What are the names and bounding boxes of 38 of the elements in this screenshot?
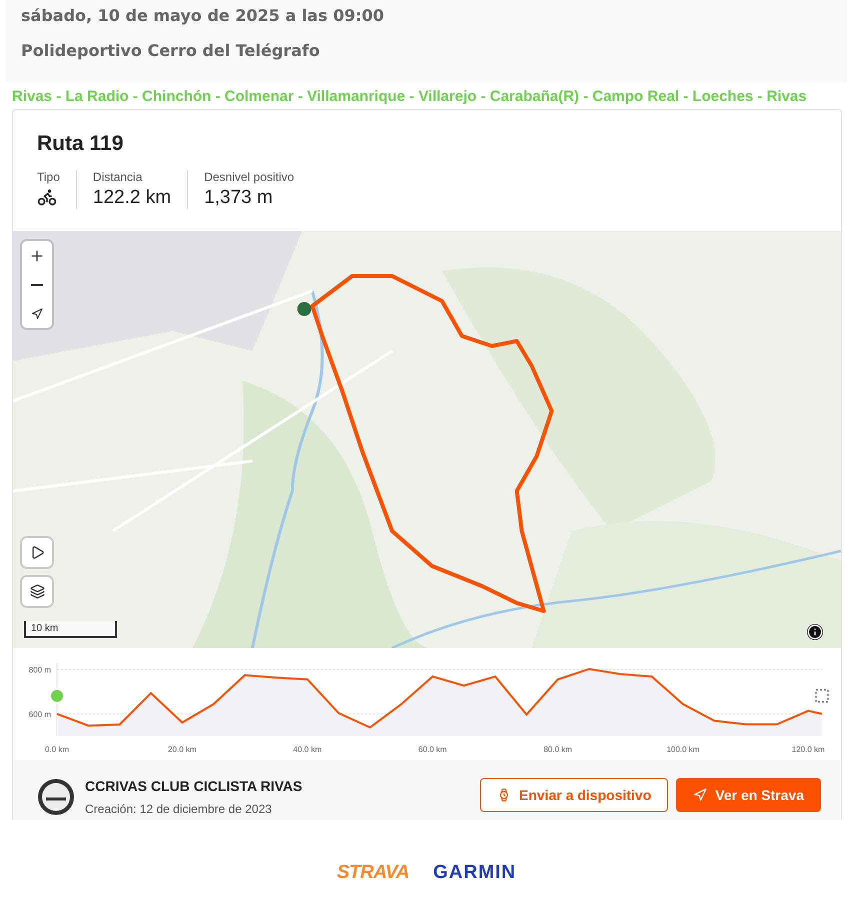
stat-label: Tipo [37,170,60,184]
x-tick-label: 100.0 km [666,745,700,754]
layers-button[interactable] [22,577,52,606]
event-date: sábado, 10 de mayo de 2025 a las 09:00 [21,6,385,25]
send-button[interactable]: Enviar a dispositivo [480,778,668,812]
minus-icon [31,284,43,286]
layers-icon [30,584,44,599]
route-title: Ruta 119 [37,132,124,156]
stat-label: Distancia [92,170,144,184]
plus-icon [29,248,45,264]
route-towns: Rivas - La Radio - Chinchón - Colmenar - Villamanrique - Villarejo - Carabaña(R) - Campo Real - Loeches - Rivas [12,88,808,105]
start-marker-icon [49,688,65,704]
map-scale: 10 km [24,621,117,638]
view-button[interactable]: Ver en Strava [676,778,821,812]
x-tick-label: 0.0 km [45,745,69,754]
stat-label: Desnivel positivo [204,170,294,184]
bike-icon [37,187,57,207]
compass-icon [31,308,43,320]
y-tick-label: 800 m [28,666,51,675]
watch-icon [497,788,511,802]
club-badge-icon [37,778,75,816]
info-icon [807,624,823,640]
arrow-icon [693,788,708,802]
event-place: Polideportivo Cerro del Telégrafo [21,41,321,60]
play-button[interactable] [22,538,52,567]
partner-logo: STRAVA [336,862,410,884]
x-tick-label: 80.0 km [544,745,572,754]
y-tick-label: 600 m [28,710,51,719]
creation-date: Creación: 12 de diciembre de 2023 [85,802,273,816]
x-tick-label: 20.0 km [168,745,196,754]
stat-value: 1,373 m [204,187,274,209]
partner-logo: GARMIN [433,862,516,884]
club-name: CCRIVAS CLUB CICLISTA RIVAS [85,778,302,794]
x-tick-label: 120.0 km [792,745,825,754]
stat-value: 122.2 km [92,187,172,209]
play-icon [30,545,44,560]
x-tick-label: 40.0 km [293,745,322,754]
x-tick-label: 60.0 km [418,745,447,754]
